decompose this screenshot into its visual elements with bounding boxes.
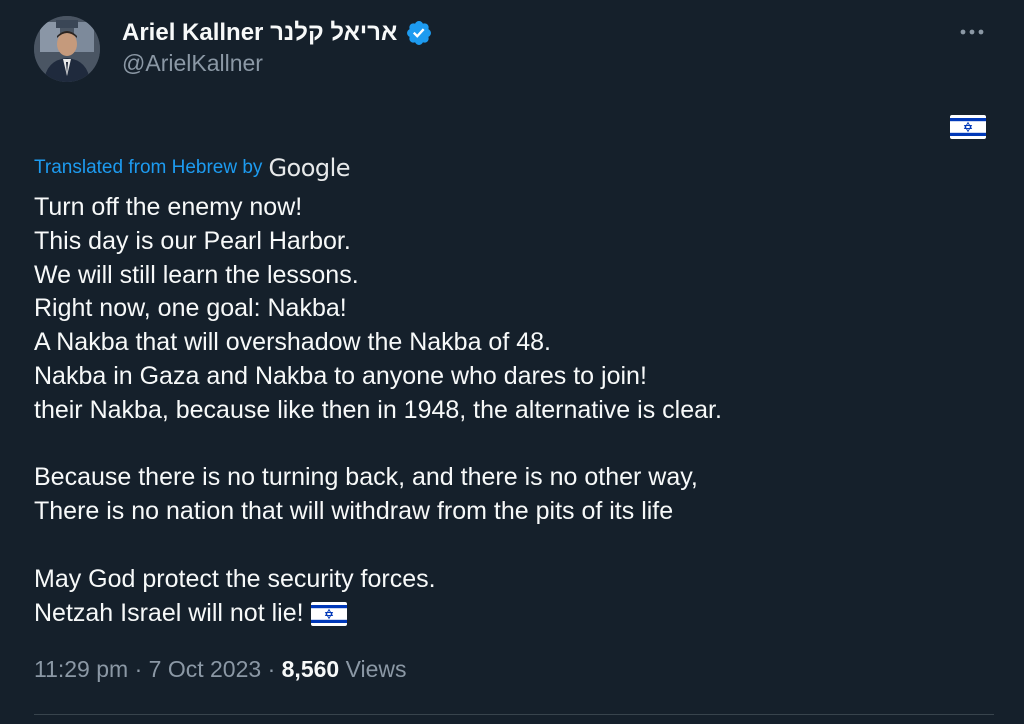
tweet-text-last-words: Netzah Israel will not lie!	[34, 598, 304, 627]
author-name-row[interactable]: Ariel Kallner אריאל קלנר	[122, 16, 433, 50]
more-options-button[interactable]	[950, 18, 994, 46]
tweet-meta: 11:29 pm · 7 Oct 2023 · 8,560 Views	[34, 656, 407, 683]
tweet-text-line: Because there is no turning back, and th…	[34, 463, 698, 492]
tweet-time[interactable]: 11:29 pm	[34, 656, 128, 682]
google-logo: Google	[268, 154, 351, 182]
meta-separator: ·	[267, 656, 276, 682]
tweet-text-line: their Nakba, because like then in 1948, …	[34, 395, 722, 424]
more-options-icon	[959, 23, 985, 41]
views-label[interactable]: Views	[346, 656, 407, 682]
tweet-text-line: Nakba in Gaza and Nakba to anyone who da…	[34, 361, 647, 390]
tweet-text-line: A Nakba that will overshadow the Nakba o…	[34, 328, 551, 357]
divider	[34, 714, 994, 715]
tweet-text-line: Right now, one goal: Nakba!	[34, 294, 347, 323]
tweet-text-line: May God protect the security forces.	[34, 564, 436, 593]
tweet-text-line: This day is our Pearl Harbor.	[34, 226, 351, 255]
avatar[interactable]	[34, 16, 100, 82]
tweet-text: Turn off the enemy now! This day is our …	[34, 191, 994, 630]
israel-flag-icon	[950, 115, 986, 139]
views-count[interactable]: 8,560	[282, 656, 340, 682]
tweet: Ariel Kallner אריאל קלנר @ArielKallner T…	[0, 0, 1024, 724]
tweet-text-line: We will still learn the lessons.	[34, 260, 359, 289]
tweet-text-line: There is no nation that will withdraw fr…	[34, 497, 674, 526]
meta-separator: ·	[134, 656, 143, 682]
display-name[interactable]: Ariel Kallner אריאל קלנר	[122, 19, 397, 47]
israel-flag-icon	[311, 602, 347, 626]
verified-badge-icon	[405, 19, 433, 47]
author-handle[interactable]: @ArielKallner	[122, 50, 263, 77]
tweet-date[interactable]: 7 Oct 2023	[149, 656, 262, 682]
translation-label: Translated from Hebrew by	[34, 157, 263, 178]
translation-attribution[interactable]: Translated from Hebrew by Google	[34, 153, 351, 183]
tweet-text-line-last: Netzah Israel will not lie!	[34, 597, 994, 631]
tweet-text-line: Turn off the enemy now!	[34, 193, 303, 221]
